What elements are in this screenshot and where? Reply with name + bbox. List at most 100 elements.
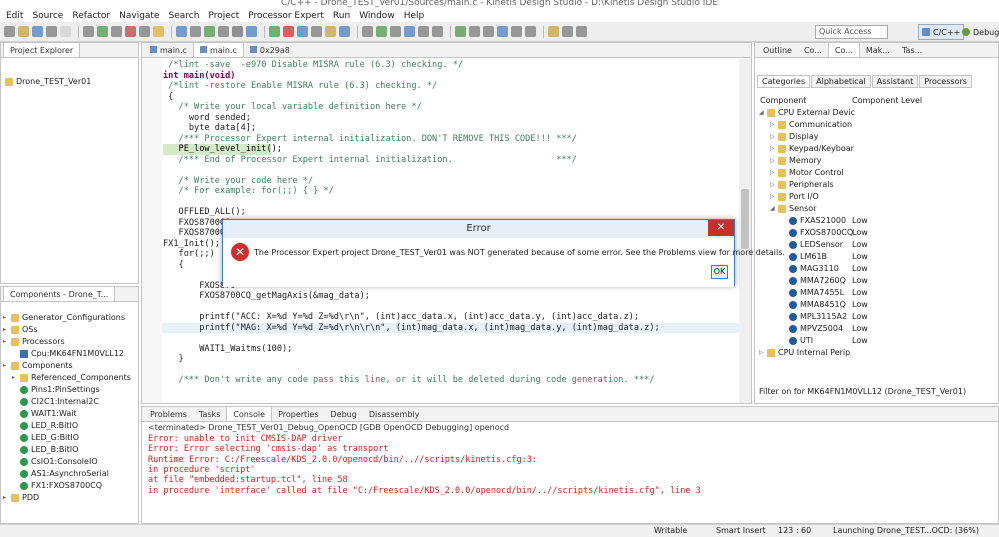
library-tree-item[interactable]: ▷ Motor Control [759,167,989,179]
library-tree-item[interactable]: ◢ Sensor [759,203,989,215]
toolbar-tool-34-icon[interactable] [525,26,536,37]
code-line[interactable]: PE_low_level_init(); [163,144,282,155]
component-tree-item[interactable]: LED_B:BitIO [3,444,138,456]
component-tree-item[interactable]: LED_R:BitIO [3,420,138,432]
menu-item-edit[interactable]: Edit [6,11,23,21]
code-line[interactable]: FXOS8700CQ_getMagAxis(&mag_data); [163,291,370,302]
code-line[interactable]: for(;;) [163,249,215,260]
code-line[interactable]: FXOS8700CQ [163,228,231,239]
toolbar-tool-31-icon[interactable] [483,26,494,37]
subtab-assistant[interactable]: Assistant [871,75,919,88]
component-tree-item[interactable]: ▸ Generator_Configurations [3,312,138,324]
perspective-debug-button[interactable]: Debug [959,24,999,40]
code-line[interactable]: byte data[4]; [163,123,256,134]
expand-arrow-icon[interactable]: ▸ [3,492,11,504]
library-tree-item[interactable]: ◢ CPU External Devic [759,107,989,119]
tab-editor-1[interactable]: main.c [192,43,244,57]
toolbar-tool-3-icon[interactable] [46,26,57,37]
quick-access-input[interactable]: Quick Access [815,25,888,39]
component-tree-item[interactable]: ▸ Processors [3,336,138,348]
project-item[interactable]: Drone_TEST_Ver01 [5,76,138,88]
toolbar-tool-4-icon[interactable] [60,26,71,37]
toolbar-tool-11-icon[interactable] [176,26,187,37]
toolbar-tool-26-icon[interactable] [404,26,415,37]
tab-right-0[interactable]: Outline [757,43,798,57]
library-tree-item[interactable]: LEDSensor Low [759,239,989,251]
toolbar-tool-10-icon[interactable] [153,26,164,37]
code-line[interactable]: printf("MAG: X=%d Y=%d Z=%d\r\n\r\n", (i… [163,323,660,334]
toolbar-tool-29-icon[interactable] [455,26,466,37]
toolbar-tool-23-icon[interactable] [362,26,373,37]
toolbar-tool-21-icon[interactable] [325,26,336,37]
subtab-alphabetical[interactable]: Alphabetical [811,75,871,88]
component-tree-item[interactable]: Cpu:MK64FN1M0VLL12 [3,348,138,360]
tab-right-2[interactable]: Co... [827,43,860,57]
menu-item-refactor[interactable]: Refactor [72,11,110,21]
code-line[interactable]: FX1_Init(); [163,239,220,250]
code-line[interactable]: /*lint -save -e970 Disable MISRA rule (6… [163,60,463,71]
toolbar-tool-22-icon[interactable] [339,26,350,37]
menu-item-window[interactable]: Window [359,11,395,21]
code-line[interactable]: printf("ACC: X=%d Y=%d Z=%d\r\n", (int)a… [163,312,639,323]
tab-right-3[interactable]: Mak... [860,43,896,57]
toolbar-tool-15-icon[interactable] [232,26,243,37]
code-line[interactable]: /*** Processor Expert internal initializ… [163,134,577,145]
code-line[interactable]: /*** End of Processor Expert internal in… [163,155,577,166]
menu-item-run[interactable]: Run [333,11,350,21]
library-tree-item[interactable]: MMA7260Q Low [759,275,989,287]
code-line[interactable]: { [163,260,184,271]
menu-item-search[interactable]: Search [169,11,200,21]
toolbar-tool-7-icon[interactable] [111,26,122,37]
component-tree-item[interactable]: CI2C1:Internal2C [3,396,138,408]
expand-arrow-icon[interactable]: ◢ [770,203,778,215]
toolbar-tool-33-icon[interactable] [511,26,522,37]
toolbar-tool-14-icon[interactable] [218,26,229,37]
expand-arrow-icon[interactable]: ▷ [770,155,778,167]
code-line[interactable]: WAIT1_Waitms(100); [163,344,292,355]
code-line[interactable]: /*lint -restore Enable MISRA rule (6.3) … [163,81,437,92]
library-tree-item[interactable]: MPVZ5004 Low [759,323,989,335]
toolbar-tool-13-icon[interactable] [204,26,215,37]
library-tree-item[interactable]: ▷ Display [759,131,989,143]
component-tree-item[interactable]: ▸ Components [3,360,138,372]
component-tree-item[interactable]: Pins1:PinSettings [3,384,138,396]
code-line[interactable]: /* Write your local variable definition … [163,102,422,113]
code-line[interactable]: OFFLED_ALL(); [163,207,246,218]
toolbar-tool-0-icon[interactable] [4,26,15,37]
library-tree-item[interactable]: UTI Low [759,335,989,347]
toolbar-tool-1-icon[interactable] [18,26,29,37]
expand-arrow-icon[interactable]: ▸ [12,372,20,384]
tab-editor-2[interactable]: 0x29a8 [244,43,296,57]
toolbar-tool-12-icon[interactable] [190,26,201,37]
toolbar-tool-19-icon[interactable] [297,26,308,37]
library-tree-item[interactable]: MPL3115A2 Low [759,311,989,323]
code-line[interactable]: } [163,354,184,365]
library-tree-item[interactable]: ▷ Peripherals [759,179,989,191]
toolbar-tool-36-icon[interactable] [562,26,573,37]
library-tree-item[interactable]: ▷ CPU Internal Perip [759,347,989,359]
code-line[interactable]: /* For example: for(;;) { } */ [163,186,334,197]
component-tree-item[interactable]: ▸ OSs [3,324,138,336]
toolbar-tool-8-icon[interactable] [125,26,136,37]
expand-arrow-icon[interactable]: ▸ [3,312,11,324]
library-tree-item[interactable]: MMA7455L Low [759,287,989,299]
subtab-processors[interactable]: Processors [919,75,972,88]
library-tree-item[interactable]: ▷ Communication [759,119,989,131]
component-tree-item[interactable]: CsIO1:ConsoleIO [3,456,138,468]
expand-arrow-icon[interactable]: ▸ [3,360,11,372]
toolbar-tool-30-icon[interactable] [469,26,480,37]
tab-bottom-properties[interactable]: Properties [272,407,324,421]
tab-editor-0[interactable]: main.c [144,43,193,57]
tab-bottom-console[interactable]: Console [226,407,273,421]
tab-bottom-tasks[interactable]: Tasks [193,407,226,421]
expand-arrow-icon[interactable]: ▷ [759,347,767,359]
code-line[interactable]: /*** Don't write any code pass this line… [163,375,655,386]
component-tree-item[interactable]: WAIT1:Wait [3,408,138,420]
subtab-categories[interactable]: Categories [757,75,811,88]
toolbar-tool-24-icon[interactable] [376,26,387,37]
editor-scrollbar[interactable] [739,59,751,403]
toolbar-tool-37-icon[interactable] [576,26,587,37]
library-tree-item[interactable]: MMA8451Q Low [759,299,989,311]
menu-item-project[interactable]: Project [208,11,239,21]
toolbar-tool-9-icon[interactable] [139,26,150,37]
